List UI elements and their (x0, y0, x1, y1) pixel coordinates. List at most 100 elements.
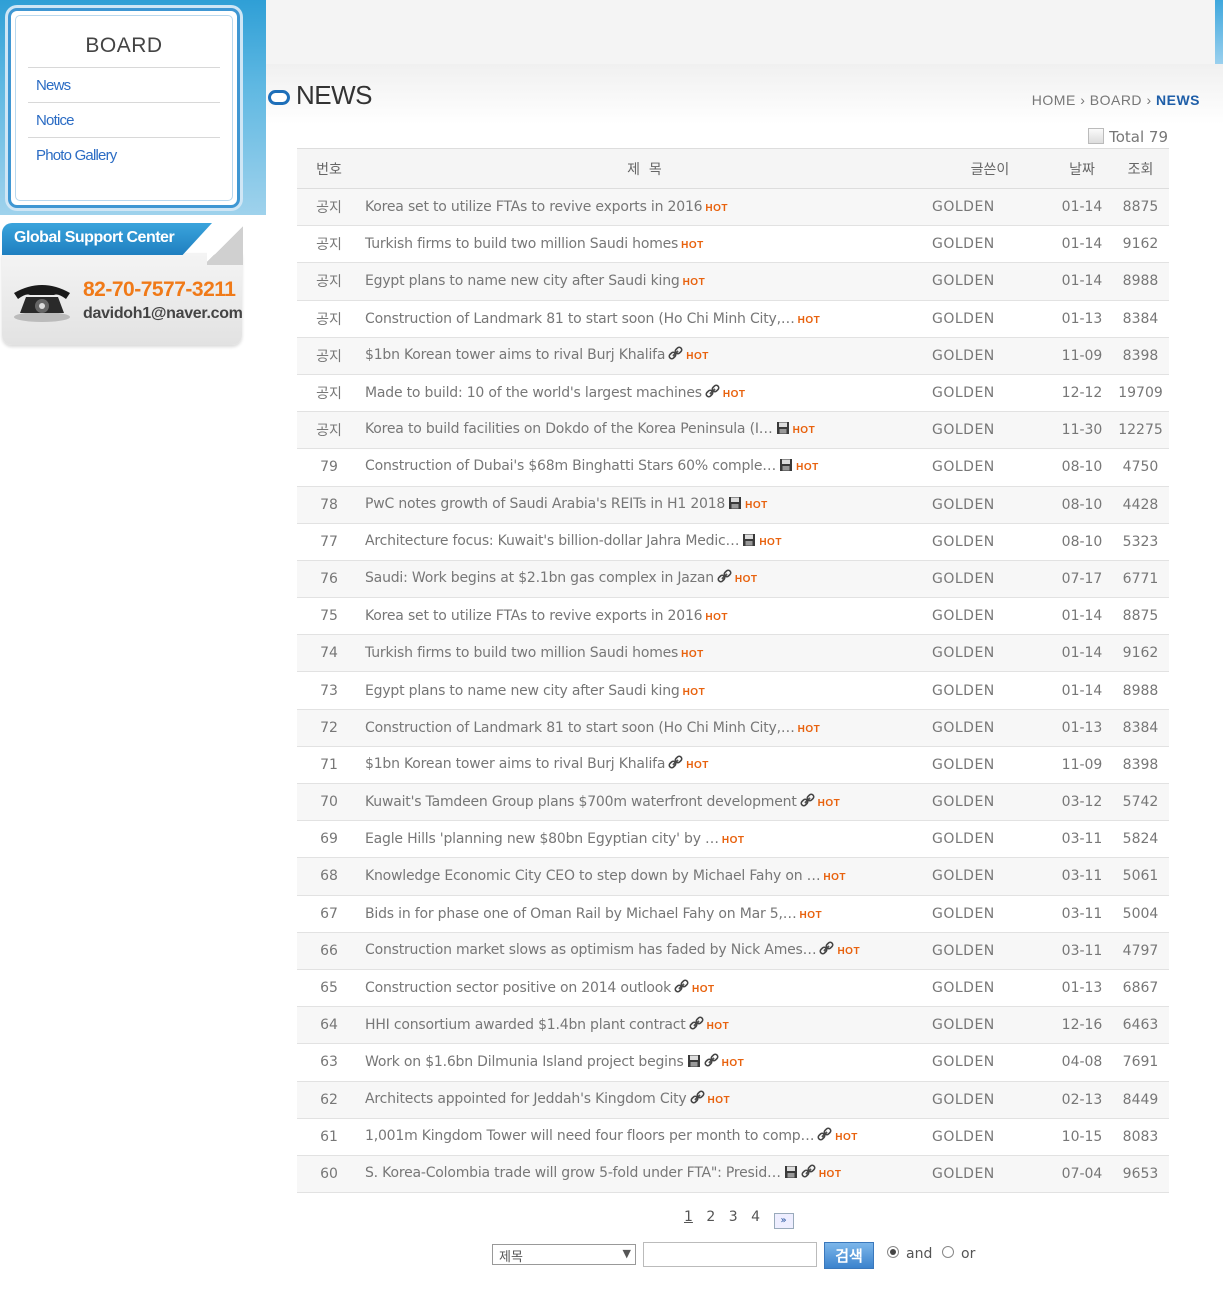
row-title-cell[interactable]: Architects appointed for Jeddah's Kingdo… (361, 1081, 928, 1118)
table-row[interactable]: 63 Work on $1.6bn Dilmunia Island project… (297, 1044, 1169, 1081)
row-title[interactable]: Egypt plans to name new city after Saudi… (365, 683, 680, 699)
table-row[interactable]: 75 Korea set to utilize FTAs to revive ex… (297, 598, 1169, 635)
sidebar-item-photo-gallery[interactable]: Photo Gallery (36, 147, 117, 164)
table-row[interactable]: 공지 Made to build: 10 of the world's large… (297, 374, 1169, 412)
row-title[interactable]: $1bn Korean tower aims to rival Burj Kha… (365, 347, 665, 363)
sidebar-item-notice[interactable]: Notice (36, 112, 75, 129)
row-title[interactable]: Construction of Landmark 81 to start soo… (365, 720, 795, 736)
row-title-cell[interactable]: Korea to build facilities on Dokdo of th… (361, 412, 928, 449)
row-title[interactable]: Eagle Hills 'planning new $80bn Egyptian… (365, 831, 719, 847)
table-row[interactable]: 공지 $1bn Korean tower aims to rival Burj K… (297, 337, 1169, 375)
row-title-cell[interactable]: Architecture focus: Kuwait's billion-dol… (361, 523, 928, 560)
row-title-cell[interactable]: Turkish firms to build two million Saudi… (361, 635, 928, 672)
search-field-select[interactable]: 제목 ▼ (492, 1244, 636, 1265)
row-title[interactable]: Architects appointed for Jeddah's Kingdo… (365, 1091, 687, 1107)
table-row[interactable]: 69 Eagle Hills 'planning new $80bn Egypti… (297, 821, 1169, 858)
row-title[interactable]: Construction sector positive on 2014 out… (365, 980, 671, 996)
row-title[interactable]: Work on $1.6bn Dilmunia Island project b… (365, 1054, 684, 1070)
row-title[interactable]: Construction market slows as optimism ha… (365, 942, 817, 958)
global-support-banner[interactable]: Global Support Center 82-70-7577-3211 da… (2, 223, 243, 347)
row-title-cell[interactable]: Construction of Landmark 81 to start soo… (361, 709, 928, 746)
table-row[interactable]: 78 PwC notes growth of Saudi Arabia's REI… (297, 486, 1169, 524)
row-title-cell[interactable]: Saudi: Work begins at $2.1bn gas complex… (361, 560, 928, 597)
row-title-cell[interactable]: Egypt plans to name new city after Saudi… (361, 263, 928, 300)
table-row[interactable]: 62 Architects appointed for Jeddah's King… (297, 1081, 1169, 1119)
row-title-cell[interactable]: Work on $1.6bn Dilmunia Island project b… (361, 1044, 928, 1081)
row-title[interactable]: Korea set to utilize FTAs to revive expo… (365, 199, 703, 215)
row-title-cell[interactable]: Construction market slows as optimism ha… (361, 932, 928, 969)
page-link[interactable]: 2 (706, 1209, 715, 1225)
page-link[interactable]: 1 (684, 1209, 693, 1225)
row-title[interactable]: PwC notes growth of Saudi Arabia's REITs… (365, 496, 725, 512)
table-row[interactable]: 공지 Egypt plans to name new city after Sau… (297, 262, 1169, 301)
row-title-cell[interactable]: Korea set to utilize FTAs to revive expo… (361, 189, 928, 226)
row-title[interactable]: Egypt plans to name new city after Saudi… (365, 273, 680, 289)
table-row[interactable]: 66 Construction market slows as optimism … (297, 932, 1169, 970)
row-title[interactable]: Knowledge Economic City CEO to step down… (365, 868, 821, 884)
next-page-icon[interactable]: » (773, 1213, 794, 1229)
table-row[interactable]: 70 Kuwait's Tamdeen Group plans $700m wat… (297, 783, 1169, 821)
table-row[interactable]: 공지 Turkish firms to build two million Sau… (297, 226, 1169, 263)
table-row[interactable]: 68 Knowledge Economic City CEO to step do… (297, 857, 1169, 896)
support-email[interactable]: davidoh1@naver.com (83, 305, 243, 323)
breadcrumb-home[interactable]: HOME (1032, 92, 1076, 108)
row-title[interactable]: Turkish firms to build two million Saudi… (365, 645, 678, 661)
radio-or[interactable] (942, 1246, 954, 1258)
row-title-cell[interactable]: Made to build: 10 of the world's largest… (361, 374, 928, 411)
radio-and[interactable] (887, 1246, 899, 1258)
table-row[interactable]: 73 Egypt plans to name new city after Sau… (297, 672, 1169, 710)
row-title-cell[interactable]: Egypt plans to name new city after Saudi… (361, 672, 928, 709)
row-title[interactable]: Construction of Landmark 81 to start soo… (365, 311, 795, 327)
row-title[interactable]: Bids in for phase one of Oman Rail by Mi… (365, 906, 797, 922)
row-title[interactable]: Turkish firms to build two million Saudi… (365, 236, 678, 252)
row-title-cell[interactable]: Bids in for phase one of Oman Rail by Mi… (361, 895, 928, 932)
row-title-cell[interactable]: Knowledge Economic City CEO to step down… (361, 858, 928, 895)
row-title-cell[interactable]: Construction of Landmark 81 to start soo… (361, 300, 928, 337)
row-title[interactable]: 1,001m Kingdom Tower will need four floo… (365, 1128, 814, 1144)
row-title-cell[interactable]: $1bn Korean tower aims to rival Burj Kha… (361, 746, 928, 783)
page-link[interactable]: 3 (729, 1209, 738, 1225)
table-row[interactable]: 65 Construction sector positive on 2014 o… (297, 969, 1169, 1007)
row-title[interactable]: Construction of Dubai's $68m Binghatti S… (365, 458, 776, 474)
row-title-cell[interactable]: S. Korea-Colombia trade will grow 5-fold… (361, 1155, 928, 1192)
row-title-cell[interactable]: Turkish firms to build two million Saudi… (361, 226, 928, 263)
row-title[interactable]: $1bn Korean tower aims to rival Burj Kha… (365, 756, 665, 772)
row-title-cell[interactable]: PwC notes growth of Saudi Arabia's REITs… (361, 486, 928, 523)
row-title-cell[interactable]: $1bn Korean tower aims to rival Burj Kha… (361, 337, 928, 374)
row-title-cell[interactable]: Construction sector positive on 2014 out… (361, 969, 928, 1006)
table-row[interactable]: 61 1,001m Kingdom Tower will need four fl… (297, 1118, 1169, 1156)
breadcrumb-board[interactable]: BOARD (1090, 92, 1142, 108)
row-title[interactable]: S. Korea-Colombia trade will grow 5-fold… (365, 1165, 781, 1181)
row-title-cell[interactable]: 1,001m Kingdom Tower will need four floo… (361, 1118, 928, 1155)
search-input[interactable] (643, 1242, 817, 1267)
table-row[interactable]: 공지 Korea set to utilize FTAs to revive ex… (297, 188, 1169, 226)
table-row[interactable]: 71 $1bn Korean tower aims to rival Burj K… (297, 746, 1169, 784)
table-row[interactable]: 77 Architecture focus: Kuwait's billion-d… (297, 523, 1169, 561)
row-title[interactable]: Architecture focus: Kuwait's billion-dol… (365, 533, 740, 549)
table-row[interactable]: 60 S. Korea-Colombia trade will grow 5-fo… (297, 1155, 1169, 1193)
row-title[interactable]: Kuwait's Tamdeen Group plans $700m water… (365, 794, 797, 810)
row-title-cell[interactable]: Kuwait's Tamdeen Group plans $700m water… (361, 784, 928, 821)
row-title[interactable]: HHI consortium awarded $1.4bn plant cont… (365, 1017, 686, 1033)
row-date: 01-14 (1061, 236, 1103, 253)
table-row[interactable]: 64 HHI consortium awarded $1.4bn plant co… (297, 1006, 1169, 1044)
row-title-cell[interactable]: HHI consortium awarded $1.4bn plant cont… (361, 1007, 928, 1044)
row-title[interactable]: Korea to build facilities on Dokdo of th… (365, 421, 773, 437)
table-row[interactable]: 79 Construction of Dubai's $68m Binghatti… (297, 449, 1169, 486)
search-button[interactable]: 검색 (824, 1242, 874, 1269)
row-title-cell[interactable]: Eagle Hills 'planning new $80bn Egyptian… (361, 821, 928, 858)
table-row[interactable]: 76 Saudi: Work begins at $2.1bn gas compl… (297, 560, 1169, 598)
row-title-cell[interactable]: Korea set to utilize FTAs to revive expo… (361, 598, 928, 635)
row-title[interactable]: Saudi: Work begins at $2.1bn gas complex… (365, 570, 714, 586)
table-row[interactable]: 74 Turkish firms to build two million Sau… (297, 634, 1169, 672)
table-row[interactable]: 공지 Korea to build facilities on Dokdo of … (297, 411, 1169, 449)
table-row[interactable]: 공지 Construction of Landmark 81 to start s… (297, 300, 1169, 338)
row-title[interactable]: Made to build: 10 of the world's largest… (365, 385, 702, 401)
sidebar-item-news[interactable]: News (36, 77, 71, 94)
page-link[interactable]: 4 (751, 1209, 760, 1225)
row-title[interactable]: Korea set to utilize FTAs to revive expo… (365, 608, 703, 624)
table-row[interactable]: 67 Bids in for phase one of Oman Rail by … (297, 895, 1169, 933)
row-date: 01-13 (1061, 310, 1103, 327)
row-title-cell[interactable]: Construction of Dubai's $68m Binghatti S… (361, 449, 928, 486)
table-row[interactable]: 72 Construction of Landmark 81 to start s… (297, 709, 1169, 747)
